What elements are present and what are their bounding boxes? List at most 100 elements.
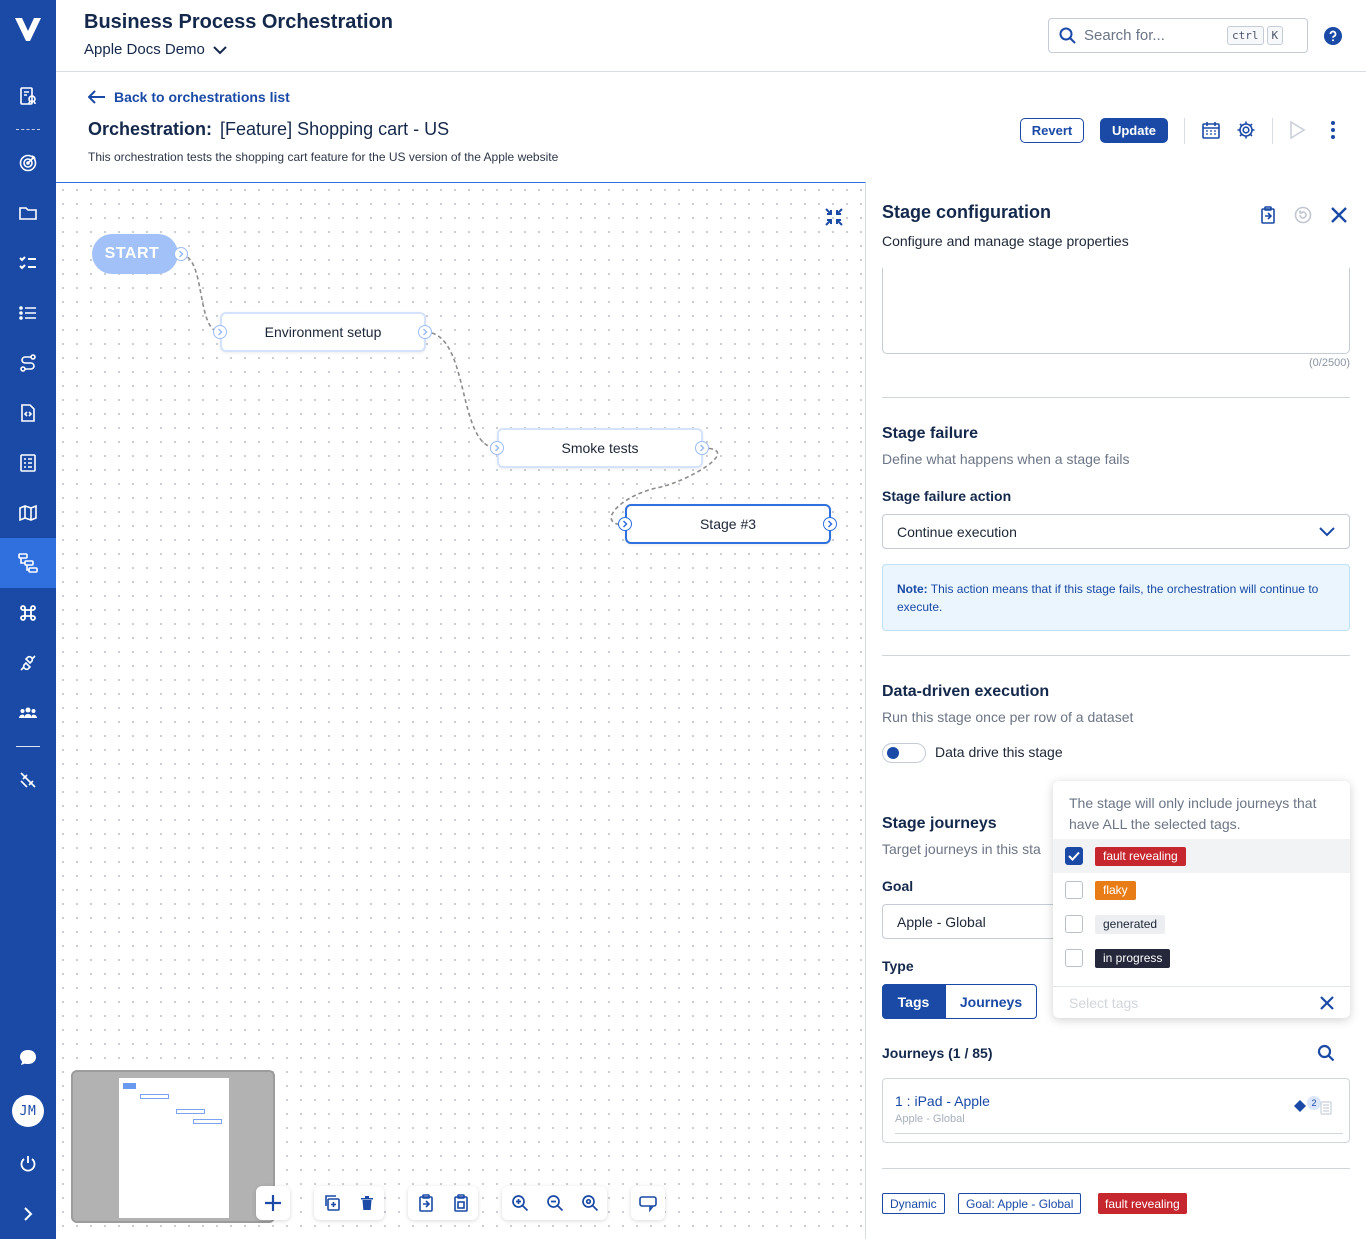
search-box[interactable]: ctrl K xyxy=(1048,18,1308,53)
folder-icon[interactable] xyxy=(0,188,56,238)
document-icon[interactable] xyxy=(1320,1101,1332,1115)
tags-dropdown: The stage will only include journeys tha… xyxy=(1053,781,1350,1018)
tag-option-in-progress[interactable]: in progress xyxy=(1053,941,1350,975)
test-plan-icon[interactable] xyxy=(0,438,56,488)
map-icon[interactable] xyxy=(0,488,56,538)
expand-icon[interactable] xyxy=(0,1189,56,1239)
team-icon[interactable] xyxy=(0,688,56,738)
calendar-icon[interactable] xyxy=(1201,120,1221,140)
list-icon[interactable] xyxy=(0,288,56,338)
journey-name[interactable]: 1 : iPad - Apple xyxy=(895,1093,990,1109)
tags-search-input[interactable] xyxy=(1069,994,1269,1011)
chat-icon[interactable] xyxy=(0,1033,56,1083)
tag-label: fault revealing xyxy=(1095,846,1186,866)
panel-title: Stage configuration xyxy=(882,202,1052,222)
chip-dynamic: Dynamic xyxy=(882,1193,945,1214)
comment-button[interactable] xyxy=(631,1186,665,1220)
command-icon[interactable] xyxy=(0,588,56,638)
minimap[interactable] xyxy=(71,1070,275,1223)
stage-node-label: Environment setup xyxy=(264,324,382,340)
journey-card[interactable]: 1 : iPad - Apple Apple - Global 2 xyxy=(882,1078,1350,1143)
copy-clipboard-icon[interactable] xyxy=(408,1186,443,1220)
stage-failure-subtitle: Define what happens when a stage fails xyxy=(882,451,1130,467)
stage-node-smoke-tests[interactable]: Smoke tests xyxy=(497,428,703,468)
tags-search-field[interactable] xyxy=(1053,986,1350,1018)
checklist-icon[interactable] xyxy=(0,238,56,288)
reset-icon[interactable] xyxy=(1294,206,1312,224)
note-prefix: Note: xyxy=(897,582,928,596)
checkbox[interactable] xyxy=(1065,881,1083,899)
stage-node-stage-3[interactable]: Stage #3 xyxy=(625,504,831,544)
search-journeys-icon[interactable] xyxy=(1317,1044,1335,1062)
section-divider xyxy=(882,1168,1350,1169)
orchestration-icon[interactable] xyxy=(0,538,56,588)
add-stage-button[interactable] xyxy=(256,1186,290,1220)
section-divider xyxy=(882,655,1350,656)
workspace-selector[interactable]: Apple Docs Demo xyxy=(84,41,227,58)
script-icon[interactable] xyxy=(0,388,56,438)
character-counter: (0/2500) xyxy=(1309,357,1350,369)
goal-select[interactable]: Apple - Global xyxy=(882,904,1082,939)
avatar[interactable]: JM xyxy=(12,1095,44,1127)
stage-input-port[interactable] xyxy=(618,517,632,531)
chip-goal: Goal: Apple - Global xyxy=(958,1193,1082,1214)
tag-label: generated xyxy=(1095,914,1166,934)
zoom-in-icon[interactable] xyxy=(502,1186,537,1220)
power-icon[interactable] xyxy=(0,1139,56,1189)
clipboard-icon[interactable] xyxy=(1259,206,1277,224)
collapse-icon[interactable] xyxy=(824,207,844,227)
checkbox-checked[interactable] xyxy=(1065,847,1083,865)
update-button[interactable]: Update xyxy=(1100,118,1168,143)
route-icon[interactable] xyxy=(0,338,56,388)
stage-node-label: Stage #3 xyxy=(699,516,757,532)
orchestration-canvas[interactable]: START Environment setup Smoke tests Stag… xyxy=(56,182,866,1239)
stage-output-port[interactable] xyxy=(695,441,709,455)
checkbox[interactable] xyxy=(1065,915,1083,933)
integration-icon[interactable] xyxy=(0,638,56,688)
stage-input-port[interactable] xyxy=(490,441,504,455)
back-link-label: Back to orchestrations list xyxy=(114,89,290,105)
logo-icon[interactable] xyxy=(0,14,56,58)
tools-icon[interactable] xyxy=(0,755,56,805)
zoom-out-icon[interactable] xyxy=(537,1186,572,1220)
orchestration-title: Orchestration: [Feature] Shopping cart - … xyxy=(88,119,449,140)
stage-output-port[interactable] xyxy=(823,517,837,531)
minimap-viewport xyxy=(119,1078,229,1218)
select-value: Continue execution xyxy=(897,523,1017,540)
stage-output-port[interactable] xyxy=(418,325,432,339)
target-icon[interactable] xyxy=(0,138,56,188)
close-icon[interactable] xyxy=(1330,206,1348,224)
clear-icon[interactable] xyxy=(1320,995,1334,1010)
journey-divider xyxy=(895,1133,1343,1134)
stage-description-textarea[interactable] xyxy=(882,268,1350,354)
stage-input-port[interactable] xyxy=(213,325,227,339)
more-vertical-icon[interactable] xyxy=(1323,120,1343,140)
search-input[interactable] xyxy=(1084,27,1224,44)
data-drive-toggle[interactable] xyxy=(882,743,926,763)
type-journeys-button[interactable]: Journeys xyxy=(945,984,1037,1019)
revert-button[interactable]: Revert xyxy=(1020,118,1084,143)
start-node[interactable]: START xyxy=(92,234,178,274)
stage-node-environment-setup[interactable]: Environment setup xyxy=(220,312,426,352)
paste-clipboard-icon[interactable] xyxy=(443,1186,478,1220)
tag-option-generated[interactable]: generated xyxy=(1053,907,1350,941)
tag-option-fault-revealing[interactable]: fault revealing xyxy=(1053,839,1350,873)
tag-option-flaky[interactable]: flaky xyxy=(1053,873,1350,907)
tag-icon xyxy=(1293,1099,1307,1113)
help-icon[interactable] xyxy=(1324,27,1342,45)
search-icon xyxy=(1059,27,1076,44)
shortcut-key-k: K xyxy=(1266,26,1284,45)
reports-icon[interactable] xyxy=(0,71,56,121)
edit-toolbar xyxy=(314,1186,384,1220)
checkbox[interactable] xyxy=(1065,949,1083,967)
gear-icon[interactable] xyxy=(1236,120,1256,140)
trash-icon[interactable] xyxy=(349,1186,384,1220)
stage-failure-action-select[interactable]: Continue execution xyxy=(882,514,1350,549)
header-separator xyxy=(1272,118,1273,144)
play-icon[interactable] xyxy=(1287,120,1307,140)
type-tags-button[interactable]: Tags xyxy=(882,984,945,1019)
back-link[interactable]: Back to orchestrations list xyxy=(88,89,290,105)
start-output-port[interactable] xyxy=(174,247,188,261)
zoom-fit-icon[interactable] xyxy=(572,1186,607,1220)
duplicate-icon[interactable] xyxy=(314,1186,349,1220)
